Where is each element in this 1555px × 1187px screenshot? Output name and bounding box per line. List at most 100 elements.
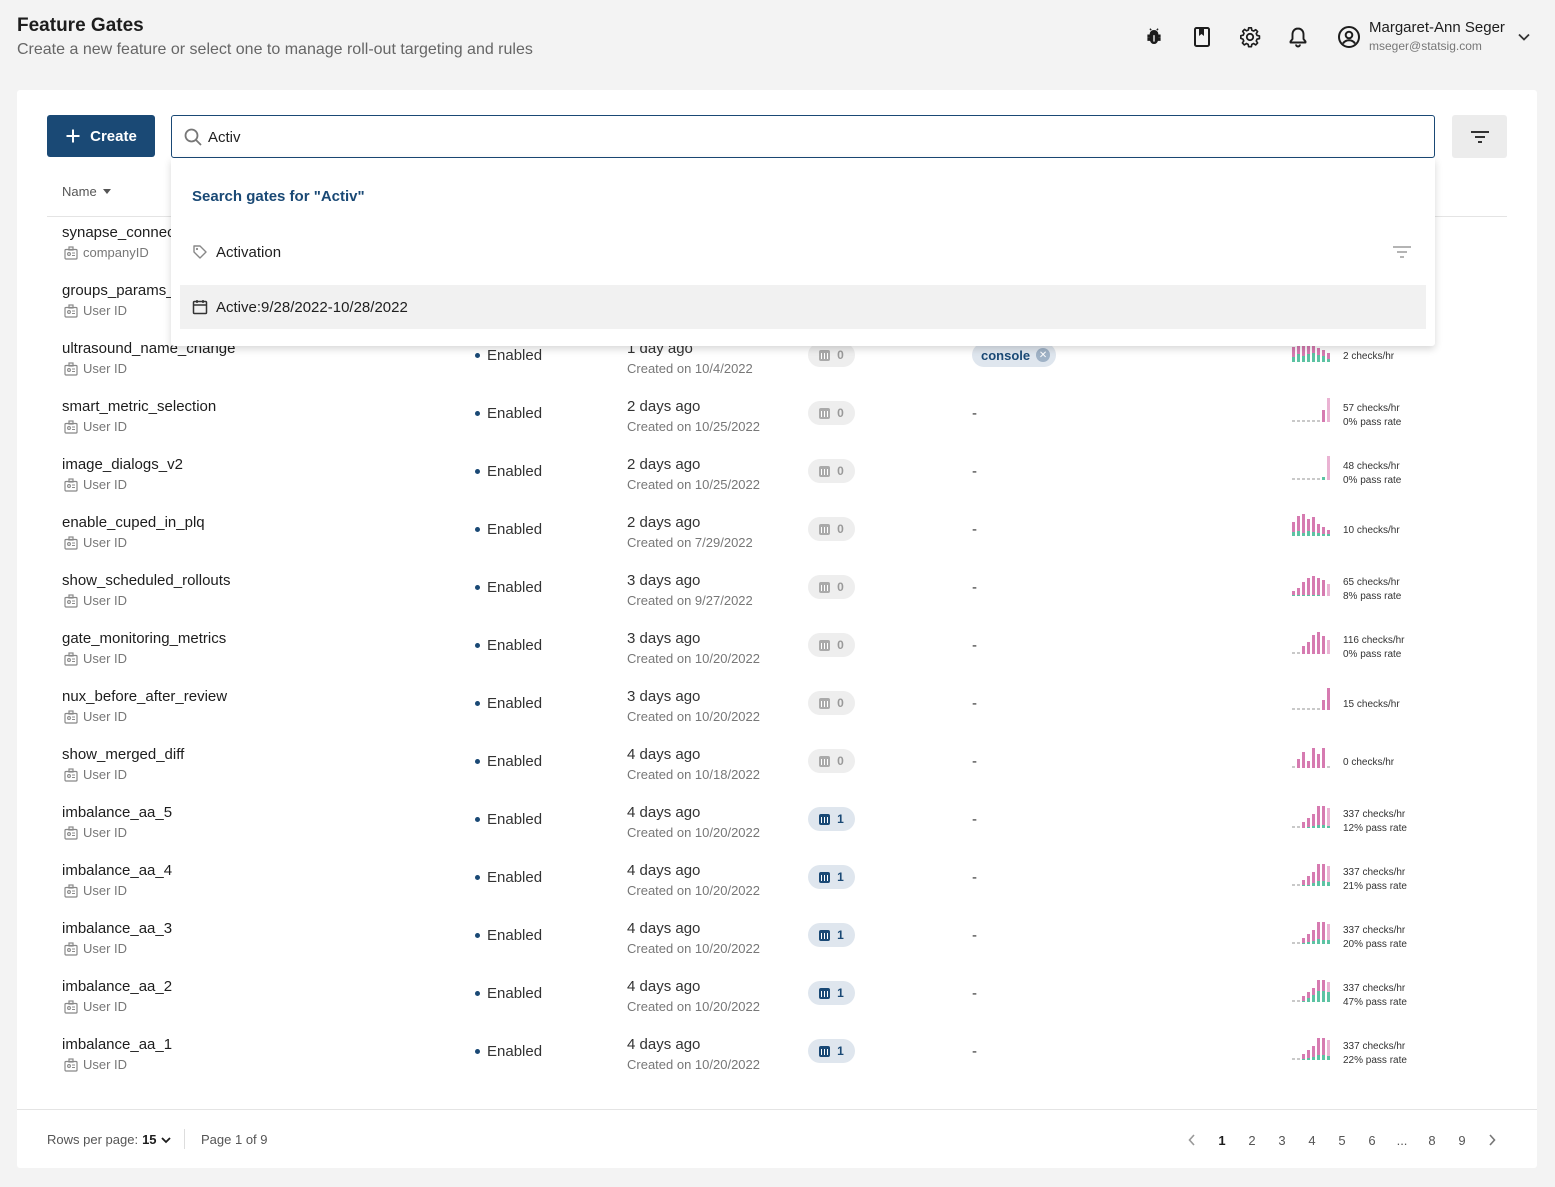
status-dot [475,411,480,416]
metrics-count: 1 [837,986,844,1000]
spark-bar [1307,761,1310,768]
page-button[interactable]: 8 [1417,1133,1447,1148]
table-row[interactable]: smart_metric_selection User ID Enabled 2 da… [17,394,1537,452]
checks-rate: 337 checks/hr 12% pass rate [1343,808,1407,836]
remove-tag-icon[interactable]: ✕ [1036,348,1051,362]
metrics-count-pill[interactable]: 1 [808,923,855,947]
filter-button[interactable] [1452,115,1507,158]
checks-sparkline [1292,456,1330,480]
page-button[interactable]: 2 [1237,1133,1267,1148]
next-page-button[interactable] [1477,1130,1507,1150]
page-button[interactable]: 9 [1447,1133,1477,1148]
metrics-count-pill[interactable]: 0 [808,517,855,541]
prev-page-button[interactable] [1177,1130,1207,1150]
checks-rate: 2 checks/hr [1343,350,1394,364]
page-button[interactable]: 6 [1357,1133,1387,1148]
spark-bar [1292,708,1295,710]
metrics-count-pill[interactable]: 1 [808,865,855,889]
tag-chip[interactable]: console ✕ [972,343,1057,367]
chevron-down-icon[interactable] [1515,28,1533,46]
spark-pass-bar [1317,1055,1320,1060]
metrics-count-pill[interactable]: 0 [808,343,855,367]
gate-name[interactable]: imbalance_aa_2 [62,978,172,995]
spark-bar [1302,582,1305,596]
chart-icon [819,407,831,419]
checks-sparkline [1292,922,1330,944]
suggestion-tag-option[interactable]: Activation [192,241,281,263]
metrics-count-pill[interactable]: 0 [808,691,855,715]
book-icon[interactable] [1189,24,1215,50]
suggestion-date-option[interactable]: Active:9/28/2022-10/28/2022 [180,285,1426,329]
suggestion-date-label: Active:9/28/2022-10/28/2022 [216,298,408,316]
search-gates-option[interactable]: Search gates for "Activ" [192,188,365,205]
page-button[interactable]: 3 [1267,1133,1297,1148]
status-badge: Enabled [475,985,542,1002]
id-type-label: User ID [83,883,128,898]
metrics-count-pill[interactable]: 0 [808,749,855,773]
gate-name[interactable]: enable_cuped_in_plq [62,514,205,531]
search-input[interactable] [208,126,1408,148]
gate-name[interactable]: show_scheduled_rollouts [62,572,230,589]
table-row[interactable]: imbalance_aa_5 User ID Enabled 4 days ago Cr… [17,800,1537,858]
page-button[interactable]: 4 [1297,1133,1327,1148]
table-row[interactable]: show_scheduled_rollouts User ID Enabled 3 d… [17,568,1537,626]
gate-name[interactable]: imbalance_aa_1 [62,1036,172,1053]
status-dot [475,1049,480,1054]
spark-bar [1312,708,1315,710]
page-button[interactable]: 1 [1207,1133,1237,1148]
table-row[interactable]: imbalance_aa_2 User ID Enabled 4 days ago Cr… [17,974,1537,1032]
gate-name[interactable]: gate_monitoring_metrics [62,630,226,647]
tags-cell: - [972,869,977,886]
status-label: Enabled [487,521,543,538]
metrics-count-pill[interactable]: 1 [808,981,855,1005]
id-icon [64,593,78,608]
table-row[interactable]: nux_before_after_review User ID Enabled 3 d… [17,684,1537,742]
bug-icon[interactable] [1141,24,1167,50]
gate-name[interactable]: show_merged_diff [62,746,184,763]
status-dot [475,759,480,764]
gate-name[interactable]: imbalance_aa_5 [62,804,172,821]
metrics-count-pill[interactable]: 0 [808,401,855,425]
gate-name[interactable]: smart_metric_selection [62,398,216,415]
checks-sparkline [1292,398,1330,422]
bell-icon[interactable] [1285,24,1311,50]
spark-bar [1297,1058,1300,1060]
spark-bar [1322,636,1325,654]
metrics-count-pill[interactable]: 0 [808,459,855,483]
gate-name[interactable]: imbalance_aa_3 [62,920,172,937]
gate-name[interactable]: groups_params_ [62,282,175,299]
create-button[interactable]: Create [47,115,155,157]
table-row[interactable]: enable_cuped_in_plq User ID Enabled 2 days … [17,510,1537,568]
table-row[interactable]: imbalance_aa_1 User ID Enabled 4 days ago Cr… [17,1032,1537,1090]
user-menu[interactable]: Margaret-Ann Seger mseger@statsig.com [1337,18,1505,58]
table-row[interactable]: imbalance_aa_4 User ID Enabled 4 days ago Cr… [17,858,1537,916]
spark-bar [1317,708,1320,710]
chart-icon [819,987,831,999]
metrics-count-pill[interactable]: 0 [808,575,855,599]
page-button[interactable]: 5 [1327,1133,1357,1148]
table-row[interactable]: gate_monitoring_metrics User ID Enabled 3 d… [17,626,1537,684]
metrics-count-pill[interactable]: 1 [808,807,855,831]
tags-cell: - [972,985,977,1002]
spark-pass-bar [1312,1057,1315,1060]
name-column-header[interactable]: Name [62,184,111,199]
status-label: Enabled [487,579,543,596]
gear-icon[interactable] [1237,24,1263,50]
rows-per-page-select[interactable]: 15 [142,1132,171,1147]
metrics-count-pill[interactable]: 0 [808,633,855,657]
spark-bar [1327,584,1330,596]
metrics-count-pill[interactable]: 1 [808,1039,855,1063]
search-box[interactable] [171,115,1435,158]
status-label: Enabled [487,347,543,364]
gate-name[interactable]: nux_before_after_review [62,688,227,705]
table-row[interactable]: imbalance_aa_3 User ID Enabled 4 days ago Cr… [17,916,1537,974]
gate-name[interactable]: image_dialogs_v2 [62,456,183,473]
gate-name[interactable]: imbalance_aa_4 [62,862,172,879]
metrics-count: 0 [837,580,844,594]
table-row[interactable]: image_dialogs_v2 User ID Enabled 2 days ago… [17,452,1537,510]
id-icon [64,999,78,1014]
table-row[interactable]: show_merged_diff User ID Enabled 4 days ago… [17,742,1537,800]
checks-sparkline [1292,514,1330,536]
spark-pass-bar [1317,939,1320,944]
gate-name[interactable]: synapse_connec [62,224,175,241]
